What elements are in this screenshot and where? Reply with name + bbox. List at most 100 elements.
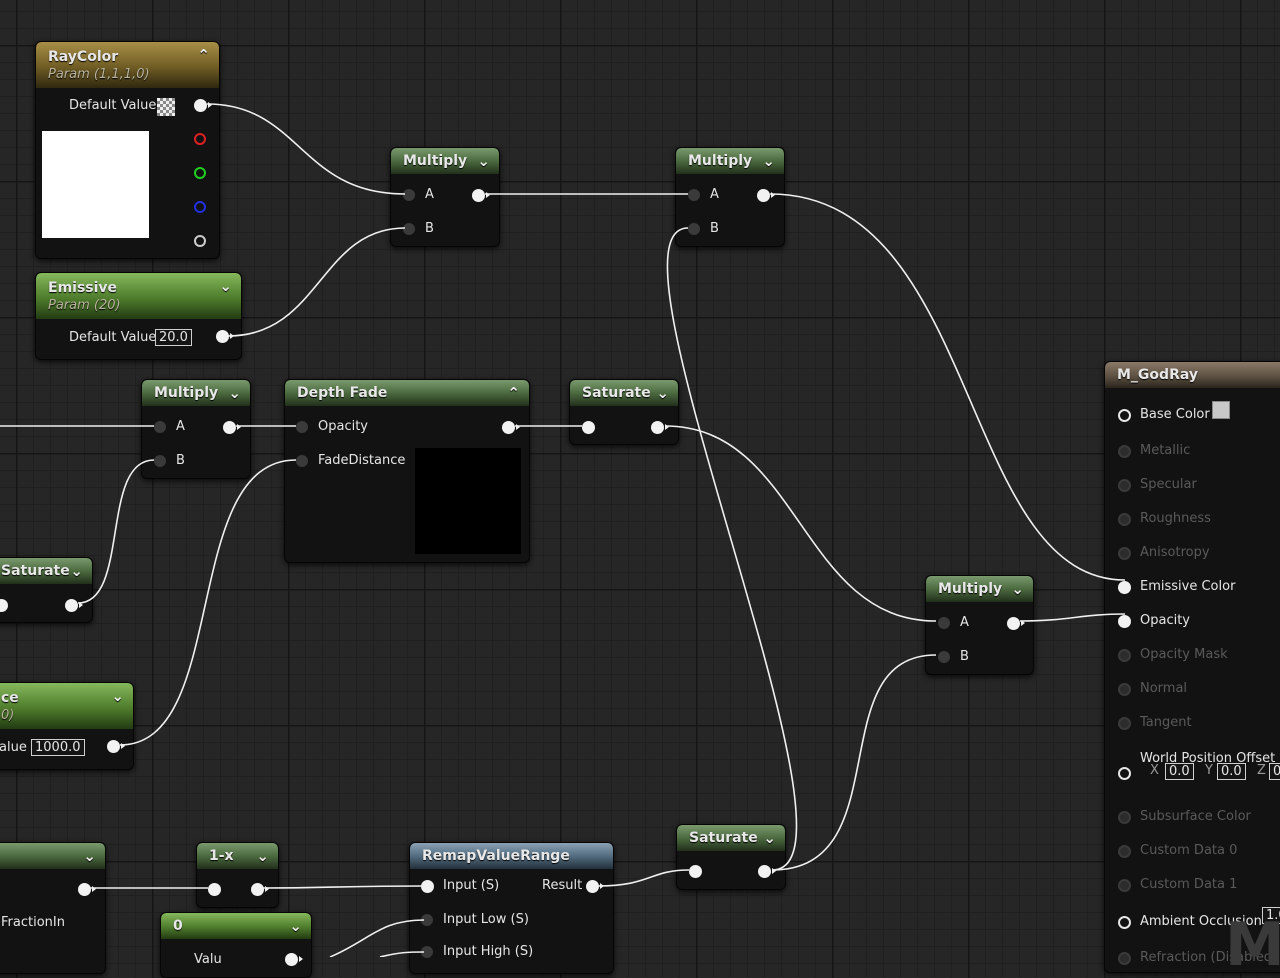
material-pin-normal[interactable]: [1118, 683, 1131, 696]
remap-header[interactable]: RemapValueRange: [410, 843, 613, 869]
multiply-4-output-pin[interactable]: [1007, 617, 1025, 630]
base-color-swatch[interactable]: [1212, 401, 1230, 419]
multiply-2-output-pin[interactable]: [757, 189, 775, 202]
multiply-node-3[interactable]: Multiply ⌄ A B: [141, 379, 251, 479]
wpo-x-field[interactable]: 0.0: [1165, 763, 1194, 780]
remap-input-pin[interactable]: [421, 880, 434, 893]
collapse-icon[interactable]: ⌃: [507, 384, 520, 402]
multiply-3-a-pin[interactable]: [154, 421, 166, 433]
one-minus-input-pin[interactable]: [208, 883, 221, 896]
material-pin-tangent[interactable]: [1118, 717, 1131, 730]
color-swatch-icon[interactable]: [157, 98, 175, 116]
saturate-top-header[interactable]: Saturate ⌄: [570, 380, 678, 406]
raycolor-r-output-pin[interactable]: [194, 133, 206, 145]
material-pin-opacity[interactable]: [1118, 615, 1131, 628]
raycolor-rgb-output-pin[interactable]: [194, 99, 212, 112]
remap-result-pin[interactable]: [586, 880, 604, 893]
multiply-3-output-pin[interactable]: [223, 421, 241, 434]
raycolor-header[interactable]: RayColor Param (1,1,1,0) ⌃: [36, 42, 219, 88]
wpo-z-field[interactable]: 0.0: [1269, 763, 1280, 780]
emissive-header[interactable]: Emissive Param (20) ⌄: [36, 273, 241, 319]
expand-icon[interactable]: ⌄: [477, 152, 490, 170]
emissive-output-pin[interactable]: [216, 330, 234, 343]
remap-value-range-node[interactable]: RemapValueRange Input (S) Result Input L…: [409, 842, 614, 974]
expand-icon[interactable]: ⌄: [1011, 580, 1024, 598]
multiply-node-4-header[interactable]: Multiply ⌄: [926, 576, 1033, 602]
saturate-node-bottom[interactable]: Saturate ⌄: [676, 824, 786, 890]
expand-icon[interactable]: ⌄: [228, 384, 241, 402]
material-pin-world-position-offset[interactable]: [1118, 767, 1131, 780]
depth-fade-output-pin[interactable]: [502, 421, 520, 434]
multiply-node-3-header[interactable]: Multiply ⌄: [142, 380, 250, 406]
saturate-node-left[interactable]: Saturate ⌄: [0, 557, 93, 623]
material-result-node[interactable]: M_GodRay Base Color Metallic Specular Rough…: [1104, 361, 1280, 973]
saturate-left-header[interactable]: Saturate ⌄: [0, 558, 92, 584]
material-pin-custom-data-1[interactable]: [1118, 879, 1131, 892]
remap-high-pin[interactable]: [421, 946, 433, 958]
material-pin-refraction-disabled-[interactable]: [1118, 952, 1131, 965]
multiply-node-2[interactable]: Multiply ⌄ A B: [675, 147, 785, 247]
material-pin-anisotropy[interactable]: [1118, 547, 1131, 560]
depth-fade-distance-pin[interactable]: [296, 455, 308, 467]
material-header[interactable]: M_GodRay: [1105, 362, 1280, 388]
distance-param-header[interactable]: ce 0) ⌄: [0, 683, 133, 729]
multiply-2-a-pin[interactable]: [688, 189, 700, 201]
multiply-1-a-pin[interactable]: [403, 189, 415, 201]
one-minus-node[interactable]: 1-x ⌄: [196, 842, 279, 908]
multiply-2-b-pin[interactable]: [688, 223, 700, 235]
fraction-node[interactable]: ⌄ FractionIn: [0, 842, 106, 974]
material-pin-roughness[interactable]: [1118, 513, 1131, 526]
multiply-4-b-pin[interactable]: [938, 651, 950, 663]
depth-fade-node[interactable]: Depth Fade ⌃ Opacity FadeDistance: [284, 379, 530, 563]
constant-node[interactable]: 0 ⌄ Valu: [160, 912, 312, 978]
one-minus-output-pin[interactable]: [251, 883, 269, 896]
saturate-left-input-pin[interactable]: [0, 599, 8, 612]
multiply-node-4[interactable]: Multiply ⌄ A B: [925, 575, 1034, 675]
expand-icon[interactable]: ⌄: [83, 847, 96, 865]
material-pin-specular[interactable]: [1118, 479, 1131, 492]
fraction-output-pin[interactable]: [78, 883, 96, 896]
expand-icon[interactable]: ⌄: [656, 384, 669, 402]
multiply-node-1-header[interactable]: Multiply ⌄: [391, 148, 499, 174]
fraction-node-header[interactable]: ⌄: [0, 843, 105, 869]
saturate-top-output-pin[interactable]: [651, 421, 669, 434]
distance-param-output-pin[interactable]: [107, 740, 125, 753]
constant-header[interactable]: 0 ⌄: [161, 913, 311, 939]
expand-icon[interactable]: ⌄: [111, 687, 124, 705]
raycolor-g-output-pin[interactable]: [194, 167, 206, 179]
material-pin-emissive-color[interactable]: [1118, 581, 1131, 594]
expand-icon[interactable]: ⌄: [763, 829, 776, 847]
depth-fade-opacity-pin[interactable]: [296, 421, 308, 433]
expand-icon[interactable]: ⌄: [762, 152, 775, 170]
material-pin-base-color[interactable]: [1118, 409, 1131, 422]
constant-output-pin[interactable]: [285, 953, 303, 966]
distance-param-value-field[interactable]: 1000.0: [31, 739, 85, 756]
multiply-1-output-pin[interactable]: [472, 189, 490, 202]
saturate-bottom-header[interactable]: Saturate ⌄: [677, 825, 785, 851]
saturate-left-output-pin[interactable]: [65, 599, 83, 612]
expand-icon[interactable]: ⌄: [219, 277, 232, 295]
raycolor-param-node[interactable]: RayColor Param (1,1,1,0) ⌃ Default Value: [35, 41, 220, 259]
wpo-y-field[interactable]: 0.0: [1217, 763, 1246, 780]
collapse-icon[interactable]: ⌃: [197, 46, 210, 64]
multiply-3-b-pin[interactable]: [154, 455, 166, 467]
material-pin-metallic[interactable]: [1118, 445, 1131, 458]
distance-param-node[interactable]: ce 0) ⌄ alue 1000.0: [0, 682, 134, 770]
material-pin-custom-data-0[interactable]: [1118, 845, 1131, 858]
emissive-param-node[interactable]: Emissive Param (20) ⌄ Default Value 20.0: [35, 272, 242, 360]
raycolor-b-output-pin[interactable]: [194, 201, 206, 213]
multiply-1-b-pin[interactable]: [403, 223, 415, 235]
one-minus-header[interactable]: 1-x ⌄: [197, 843, 278, 869]
expand-icon[interactable]: ⌄: [256, 847, 269, 865]
depth-fade-header[interactable]: Depth Fade ⌃: [285, 380, 529, 406]
saturate-node-top[interactable]: Saturate ⌄: [569, 379, 679, 445]
expand-icon[interactable]: ⌄: [70, 562, 83, 580]
saturate-bottom-input-pin[interactable]: [689, 865, 702, 878]
expand-icon[interactable]: ⌄: [289, 917, 302, 935]
multiply-node-2-header[interactable]: Multiply ⌄: [676, 148, 784, 174]
saturate-top-input-pin[interactable]: [582, 421, 595, 434]
material-pin-ambient-occlusion[interactable]: [1118, 916, 1131, 929]
multiply-4-a-pin[interactable]: [938, 617, 950, 629]
material-pin-subsurface-color[interactable]: [1118, 811, 1131, 824]
remap-low-pin[interactable]: [421, 914, 433, 926]
